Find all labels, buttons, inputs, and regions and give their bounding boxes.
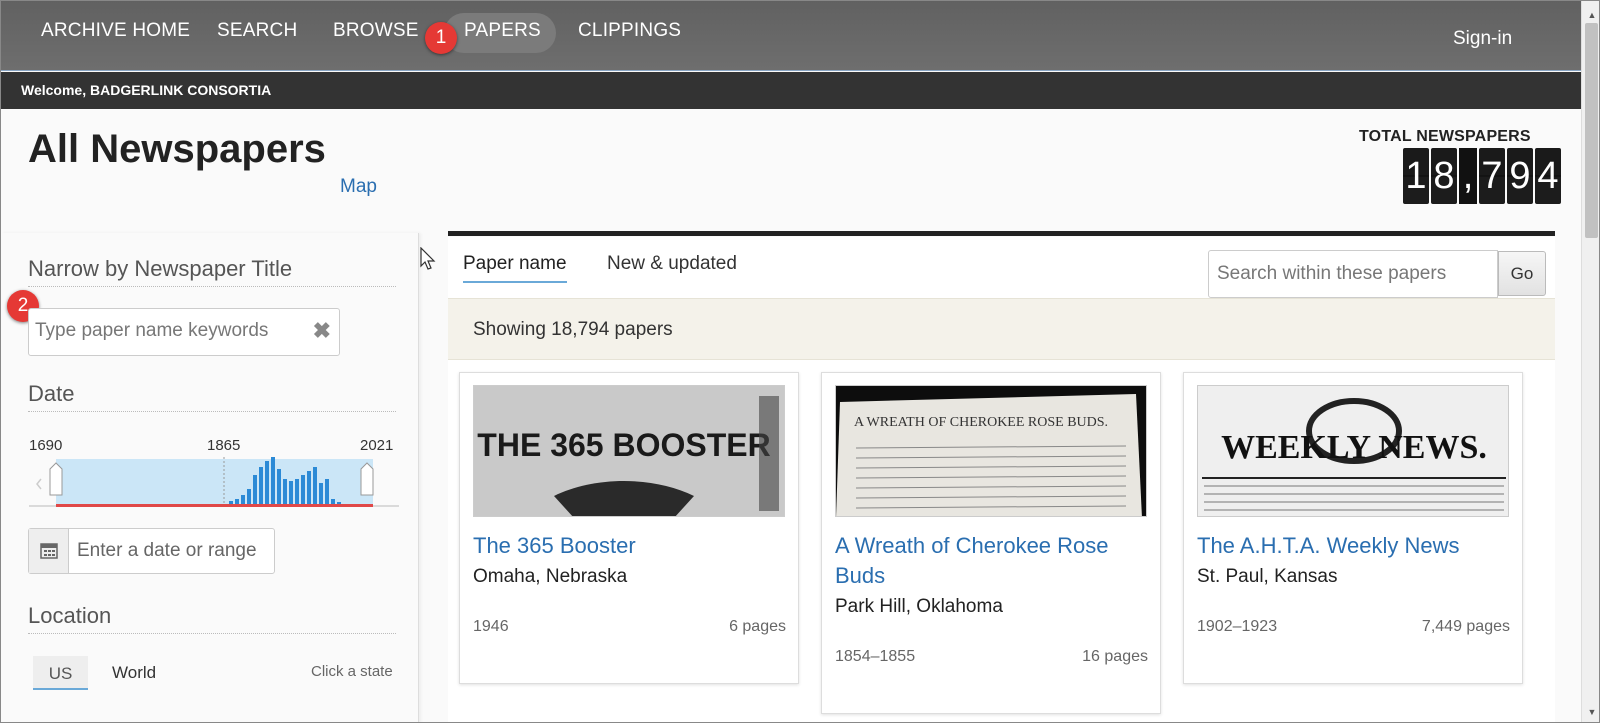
counter-digit: 7 <box>1479 148 1505 204</box>
total-newspapers-label: TOTAL NEWSPAPERS <box>1359 128 1531 145</box>
paper-location: Omaha, Nebraska <box>473 566 628 587</box>
date-range-start: 1690 <box>29 437 63 454</box>
paper-title-link[interactable]: The A.H.T.A. Weekly News <box>1197 531 1515 561</box>
counter-digit: 8 <box>1431 148 1457 204</box>
location-tab-world[interactable]: World <box>112 663 156 683</box>
paper-name-input[interactable] <box>35 320 305 342</box>
paper-card[interactable]: A WREATH OF CHEROKEE ROSE BUDS. A Wreath… <box>821 372 1161 714</box>
histogram-range-bar <box>56 504 373 507</box>
calendar-icon[interactable] <box>29 529 69 573</box>
content-top-rule <box>448 231 1555 236</box>
location-hint: Click a state <box>311 663 393 680</box>
paper-thumbnail[interactable]: THE 365 BOOSTER <box>473 385 785 517</box>
masthead-text: WEEKLY NEWS. <box>1221 429 1487 466</box>
clear-icon[interactable]: ✖ <box>313 318 331 344</box>
masthead-text: THE 365 BOOSTER <box>477 427 770 463</box>
paper-years: 1854–1855 <box>835 648 916 665</box>
results-summary-bar: Showing 18,794 papers <box>448 298 1555 360</box>
page-title: All Newspapers <box>28 127 326 171</box>
map-link[interactable]: Map <box>340 176 377 198</box>
nav-browse[interactable]: BROWSE <box>333 20 419 42</box>
paper-thumbnail[interactable]: A WREATH OF CHEROKEE ROSE BUDS. <box>835 385 1147 517</box>
paper-title-link[interactable]: A Wreath of Cherokee Rose Buds <box>835 531 1153 591</box>
title-filter-box: ✖ <box>28 308 340 356</box>
papers-search: Go <box>1208 250 1554 298</box>
date-filter-heading: Date <box>28 381 396 412</box>
scroll-up-icon[interactable]: ▲ <box>1582 5 1599 25</box>
tab-paper-name[interactable]: Paper name <box>463 253 567 283</box>
nav-papers[interactable]: PAPERS <box>464 20 541 42</box>
nav-search[interactable]: SEARCH <box>217 20 297 42</box>
browser-viewport: ARCHIVE HOME SEARCH BROWSE PAPERS CLIPPI… <box>0 0 1600 723</box>
histogram-left-arrow-icon <box>36 478 42 490</box>
date-range-mid: 1865 <box>207 437 241 454</box>
mouse-cursor-icon <box>420 246 436 276</box>
counter-digit: 1 <box>1403 148 1429 204</box>
scrollbar-thumb[interactable] <box>1585 23 1598 238</box>
go-button[interactable]: Go <box>1498 251 1546 296</box>
sign-in-link[interactable]: Sign-in <box>1453 28 1512 50</box>
paper-years: 1946 <box>473 618 509 635</box>
search-within-input[interactable] <box>1208 250 1498 298</box>
paper-page-count: 6 pages <box>729 618 786 635</box>
total-newspapers-counter: 1 8 , 7 9 4 <box>1403 148 1563 204</box>
paper-card[interactable]: THE 365 BOOSTER The 365 Booster Omaha, N… <box>459 372 799 684</box>
welcome-bar: Welcome, BADGERLINK CONSORTIA <box>1 72 1581 109</box>
counter-comma: , <box>1459 148 1477 204</box>
scroll-down-icon[interactable]: ▼ <box>1582 702 1599 722</box>
date-range-input[interactable] <box>77 540 272 562</box>
location-tab-us[interactable]: US <box>33 656 88 690</box>
nav-archive-home[interactable]: ARCHIVE HOME <box>41 20 190 42</box>
counter-digit: 9 <box>1507 148 1533 204</box>
date-histogram[interactable] <box>29 455 399 511</box>
paper-thumbnail[interactable]: WEEKLY NEWS. <box>1197 385 1509 517</box>
paper-location: St. Paul, Kansas <box>1197 566 1338 587</box>
range-handle-left-icon <box>49 462 63 496</box>
date-range-end: 2021 <box>360 437 394 454</box>
paper-page-count: 16 pages <box>1082 648 1148 665</box>
step-badge-1: 1 <box>425 22 457 54</box>
paper-card[interactable]: WEEKLY NEWS. The A.H.T.A. Weekly News St… <box>1183 372 1523 684</box>
nav-clippings[interactable]: CLIPPINGS <box>578 20 681 42</box>
paper-title-link[interactable]: The 365 Booster <box>473 531 791 561</box>
top-navigation: ARCHIVE HOME SEARCH BROWSE PAPERS CLIPPI… <box>1 1 1581 71</box>
date-filter-box <box>28 528 275 574</box>
paper-location: Park Hill, Oklahoma <box>835 596 1003 617</box>
range-handle-right-icon <box>360 462 374 496</box>
title-filter-heading: Narrow by Newspaper Title <box>28 256 396 287</box>
tab-new-updated[interactable]: New & updated <box>607 253 737 275</box>
paper-years: 1902–1923 <box>1197 618 1278 635</box>
vertical-scrollbar[interactable]: ▲ ▼ <box>1581 1 1599 722</box>
paper-page-count: 7,449 pages <box>1421 618 1510 635</box>
results-count: Showing 18,794 papers <box>473 319 673 340</box>
masthead-text: A WREATH OF CHEROKEE ROSE BUDS. <box>854 415 1108 430</box>
counter-digit: 4 <box>1535 148 1561 204</box>
location-filter-heading: Location <box>28 603 396 634</box>
